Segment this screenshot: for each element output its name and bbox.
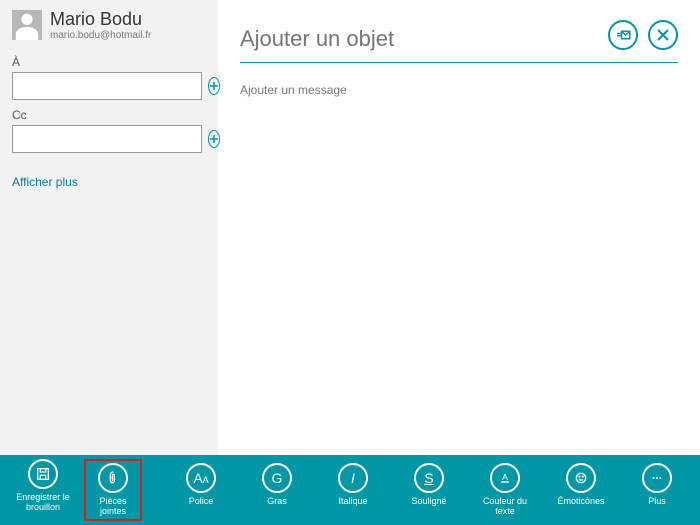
emoticon-icon <box>566 463 596 493</box>
italic-icon: I <box>338 463 368 493</box>
save-draft-button[interactable]: Enregistrer le brouillon <box>14 459 72 521</box>
font-button[interactable]: AA Police <box>172 463 230 517</box>
underline-icon: S <box>414 463 444 493</box>
attachments-button[interactable]: Pièces jointes <box>84 459 142 521</box>
sender-row: Mario Bodu mario.bodu@hotmail.fr <box>12 10 206 41</box>
more-icon <box>642 463 672 493</box>
bold-button[interactable]: G Gras <box>248 463 306 517</box>
underline-button[interactable]: S Souligné <box>400 463 458 517</box>
compose-sidebar: Mario Bodu mario.bodu@hotmail.fr À Cc Af… <box>0 0 218 455</box>
app-bar: Enregistrer le brouillon Pièces jointes … <box>0 455 700 525</box>
subject-underline <box>240 62 678 63</box>
close-button[interactable] <box>648 20 678 50</box>
send-button[interactable] <box>608 20 638 50</box>
to-input[interactable] <box>12 72 202 100</box>
paperclip-icon <box>98 463 128 493</box>
avatar <box>12 10 42 40</box>
sender-email: mario.bodu@hotmail.fr <box>50 30 151 41</box>
save-icon <box>28 459 58 489</box>
text-color-icon: A <box>490 463 520 493</box>
font-icon: AA <box>186 463 216 493</box>
compose-body-panel <box>218 0 700 455</box>
emoticons-button[interactable]: Émoticônes <box>552 463 610 517</box>
more-button[interactable]: Plus <box>628 463 686 517</box>
to-label: À <box>12 55 206 69</box>
cc-label: Cc <box>12 108 206 122</box>
show-more-link[interactable]: Afficher plus <box>12 175 78 189</box>
sender-name: Mario Bodu <box>50 10 151 30</box>
svg-text:A: A <box>502 472 508 482</box>
italic-button[interactable]: I Italique <box>324 463 382 517</box>
bold-icon: G <box>262 463 292 493</box>
cc-input[interactable] <box>12 125 202 153</box>
text-color-button[interactable]: A Couleur du texte <box>476 463 534 517</box>
message-body-input[interactable] <box>240 83 678 293</box>
